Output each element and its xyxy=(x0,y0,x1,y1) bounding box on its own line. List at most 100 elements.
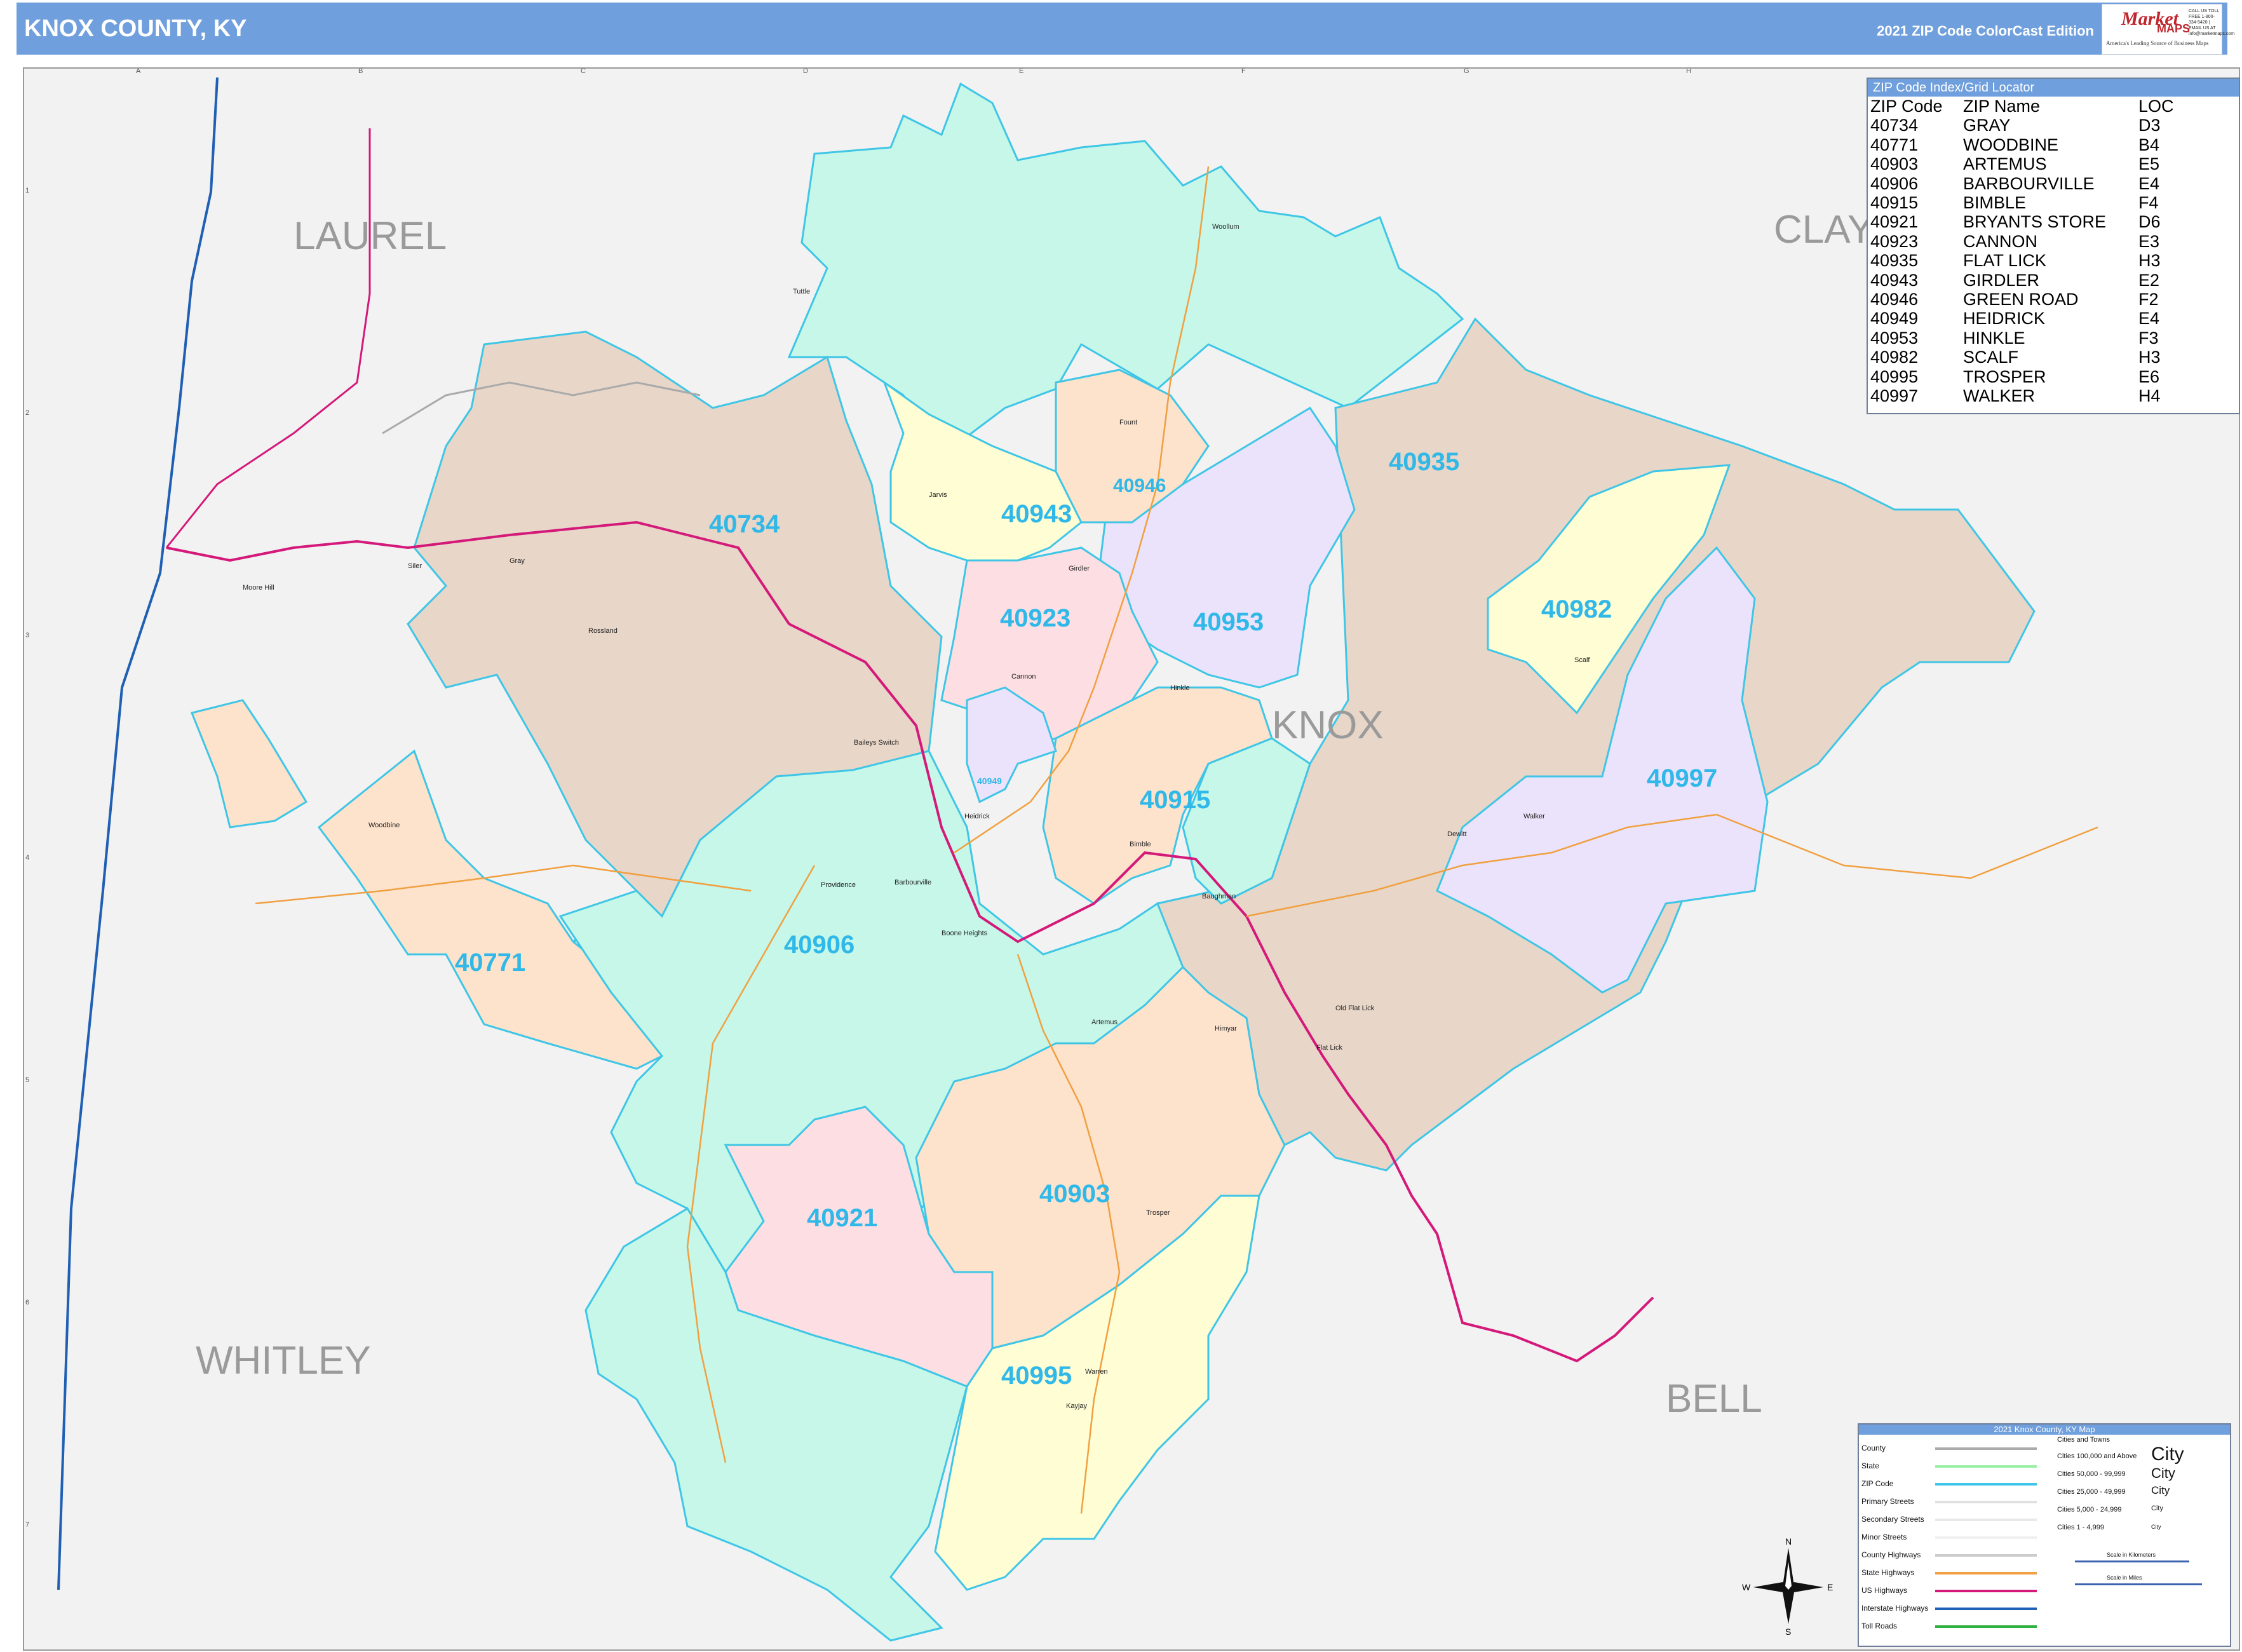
place-baughman: Baughman xyxy=(1202,893,1236,900)
compass-n: N xyxy=(1785,1536,1792,1547)
grid-row-3: 3 xyxy=(25,632,30,639)
legend-zip: ZIP Code xyxy=(1861,1479,1894,1488)
zip-index-name: BRYANTS STORE xyxy=(1963,212,2107,232)
place-girdler: Girdler xyxy=(1069,565,1090,572)
legend-primary: Primary Streets xyxy=(1861,1497,1914,1506)
zip-index-header-loc: LOC xyxy=(2138,97,2174,116)
legend-secondary-swatch xyxy=(1935,1519,2037,1521)
legend-county: County xyxy=(1861,1444,1886,1452)
legend-cities-title: Cities and Towns xyxy=(2057,1436,2110,1444)
zip-index-row: 40923 CANNON E3 xyxy=(1870,232,2178,251)
zip-index-code: 40997 xyxy=(1870,386,1919,406)
zip-index-table: ZIP Code ZIP Name LOC 40734 GRAY D3 40771 WO… xyxy=(1870,97,2178,406)
zip-index-row: 40997 WALKER H4 xyxy=(1870,386,2178,405)
place-warren: Warren xyxy=(1085,1368,1108,1376)
grid-row-1: 1 xyxy=(25,187,30,194)
legend-city-sample-5: City xyxy=(2151,1524,2161,1530)
zip-index-code: 40953 xyxy=(1870,328,1919,348)
zip-index-panel: ZIP Code Index/Grid Locator ZIP Code ZIP… xyxy=(1867,78,2240,414)
zip-index-row: 40953 HINKLE F3 xyxy=(1870,328,2178,348)
zip-index-row: 40906 BARBOURVILLE E4 xyxy=(1870,174,2178,193)
zip-index-loc: F2 xyxy=(2138,290,2159,309)
place-dewitt: Dewitt xyxy=(1447,830,1467,838)
zip-index-code: 40943 xyxy=(1870,270,1919,290)
zip-index-loc: H4 xyxy=(2138,386,2161,406)
legend-county-swatch xyxy=(1935,1447,2037,1450)
place-woodbine: Woodbine xyxy=(368,822,400,829)
zip-label-40949: 40949 xyxy=(977,776,1002,786)
legend-interstate: Interstate Highways xyxy=(1861,1604,1929,1613)
county-label-bell: BELL xyxy=(1666,1377,1762,1421)
legend-city-size-5: Cities 1 - 4,999 xyxy=(2057,1524,2104,1531)
zip-index-code: 40915 xyxy=(1870,193,1919,213)
place-walker: Walker xyxy=(1523,813,1545,820)
legend-toll-swatch xyxy=(1935,1625,2037,1628)
zip-label-40953: 40953 xyxy=(1193,608,1264,636)
grid-col-e: E xyxy=(1019,67,1024,75)
zip-index-loc: D6 xyxy=(2138,212,2161,232)
logo-contact: CALL US TOLL FREE 1-800-334-5420 | EMAIL… xyxy=(2189,9,2235,36)
place-cannon: Cannon xyxy=(1011,673,1036,680)
zip-index-code: 40921 xyxy=(1870,212,1919,232)
zip-index-name: WOODBINE xyxy=(1963,135,2059,154)
compass-rose: N S W E xyxy=(1741,1536,1836,1638)
legend-city-sample-1: City xyxy=(2151,1444,2184,1465)
zip-index-code: 40734 xyxy=(1870,116,1919,135)
zip-label-40943: 40943 xyxy=(1001,500,1072,528)
legend-interstate-swatch xyxy=(1935,1608,2037,1610)
zip-index-code: 40949 xyxy=(1870,309,1919,328)
place-flat-lick: Flat Lick xyxy=(1316,1044,1342,1052)
zip-index-name: GIRDLER xyxy=(1963,270,2040,290)
legend-county-hwy-swatch xyxy=(1935,1554,2037,1557)
place-tuttle: Tuttle xyxy=(793,288,810,295)
zip-index-header-name: ZIP Name xyxy=(1963,97,2041,116)
compass-e: E xyxy=(1827,1582,1833,1592)
legend-city-size-4: Cities 5,000 - 24,999 xyxy=(2057,1506,2122,1513)
place-barbourville: Barbourville xyxy=(895,879,931,886)
compass-s: S xyxy=(1785,1627,1792,1637)
legend-city-sample-3: City xyxy=(2151,1484,2170,1496)
legend-zip-swatch xyxy=(1935,1483,2037,1486)
grid-col-f: F xyxy=(1241,67,1246,75)
zip-label-40995: 40995 xyxy=(1001,1362,1072,1390)
zip-index-loc: F3 xyxy=(2138,328,2159,348)
legend-scale-mi-bar xyxy=(2075,1583,2202,1585)
legend-us-hwy-swatch xyxy=(1935,1590,2037,1592)
grid-row-5: 5 xyxy=(25,1076,30,1084)
place-bimble: Bimble xyxy=(1130,841,1151,848)
legend-primary-swatch xyxy=(1935,1501,2037,1503)
zip-index-code: 40771 xyxy=(1870,135,1919,154)
zip-index-loc: B4 xyxy=(2138,135,2160,154)
zip-index-loc: E4 xyxy=(2138,309,2160,328)
zip-label-40921: 40921 xyxy=(807,1204,877,1232)
place-jarvis: Jarvis xyxy=(929,491,947,499)
place-heidrick: Heidrick xyxy=(964,813,990,820)
market-maps-logo: Market MAPS America's Leading Source of … xyxy=(2102,4,2235,55)
zip-index-loc: H3 xyxy=(2138,348,2161,367)
legend-title: 2021 Knox County, KY Map xyxy=(1859,1425,2230,1435)
grid-row-7: 7 xyxy=(25,1521,30,1529)
zip-index-loc: E6 xyxy=(2138,367,2160,386)
legend-minor-swatch xyxy=(1935,1536,2037,1539)
zip-label-40903: 40903 xyxy=(1039,1180,1110,1208)
grid-col-h: H xyxy=(1686,67,1691,75)
legend-us-hwy: US Highways xyxy=(1861,1586,1908,1595)
zip-index-loc: F4 xyxy=(2138,193,2159,213)
legend-city-size-1: Cities 100,000 and Above xyxy=(2057,1452,2137,1460)
zip-index-name: HINKLE xyxy=(1963,328,2025,348)
zip-index-code: 40935 xyxy=(1870,251,1919,271)
zip-index-name: BIMBLE xyxy=(1963,193,2027,213)
zip-index-loc: D3 xyxy=(2138,116,2161,135)
zip-area-40771-west xyxy=(190,699,308,829)
zip-index-name: CANNON xyxy=(1963,231,2038,251)
grid-col-g: G xyxy=(1464,67,1469,75)
county-label-whitley: WHITLEY xyxy=(196,1339,371,1383)
place-scalf: Scalf xyxy=(1574,656,1590,664)
zip-index-code: 40995 xyxy=(1870,367,1919,386)
place-himyar: Himyar xyxy=(1215,1025,1237,1032)
compass-icon xyxy=(1753,1548,1823,1624)
place-old-flat-lick: Old Flat Lick xyxy=(1335,1005,1375,1012)
legend-city-size-3: Cities 25,000 - 49,999 xyxy=(2057,1488,2126,1496)
zip-index-row: 40943 GIRDLER E2 xyxy=(1870,271,2178,290)
zip-label-40946: 40946 xyxy=(1113,475,1166,496)
